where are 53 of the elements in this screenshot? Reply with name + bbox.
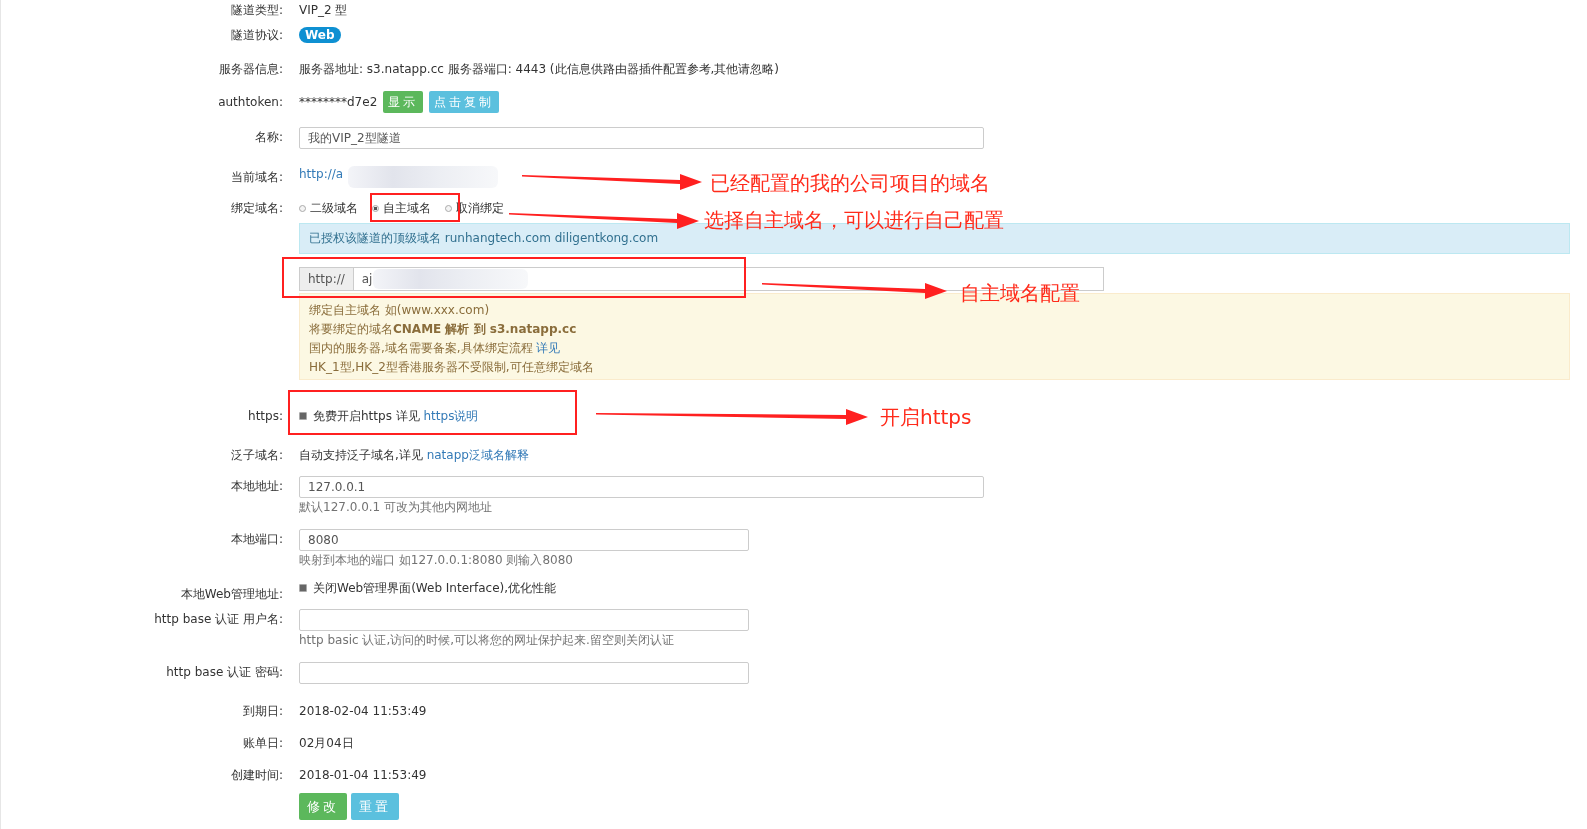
bill-day-value: 02月04日: [299, 735, 355, 752]
field-label: 创建时间:: [229, 767, 283, 784]
note-text: 国内的服务器,域名需要备案,具体绑定流程 详见: [309, 340, 562, 357]
checkbox[interactable]: [299, 584, 307, 592]
field-label: authtoken:: [217, 94, 283, 111]
field-label: http base 认证 用户名:: [153, 611, 283, 628]
field-label: https:: [247, 408, 283, 425]
field-label: 账单日:: [241, 735, 283, 752]
checkbox[interactable]: [299, 412, 307, 420]
details-link[interactable]: 详见: [536, 341, 561, 355]
help-text: 默认127.0.0.1 可改为其他内网地址: [299, 499, 493, 516]
server-info-text: 服务器地址: s3.natapp.cc 服务器端口: 4443 (此信息供路由器插件配置参考,其他请忽略): [299, 61, 781, 78]
field-label: 泛子域名:: [229, 447, 283, 464]
annotation-text: 已经配置的我的公司项目的域名: [710, 171, 990, 195]
username-input[interactable]: [299, 609, 749, 631]
field-label: 隧道协议:: [229, 27, 283, 44]
field-label: 本地Web管理地址:: [179, 586, 283, 603]
field-label: 隧道类型:: [229, 2, 283, 19]
field-label: 本地地址:: [229, 478, 283, 495]
https-text: 免费开启https 详见 https说明: [313, 408, 479, 425]
note-text: 将要绑定的域名CNAME 解析 到 s3.natapp.cc: [309, 321, 578, 338]
wildcard-link[interactable]: natapp泛域名解释: [426, 448, 529, 462]
wildcard-text: 自动支持泛子域名,详见 natapp泛域名解释: [299, 447, 530, 464]
radio-option[interactable]: 二级域名: [299, 198, 358, 218]
note-text: 绑定自主域名 如(www.xxx.com): [309, 302, 491, 319]
field-label: 名称:: [253, 129, 283, 146]
note-text: HK_1型,HK_2型香港服务器不受限制,可任意绑定域名: [309, 359, 595, 376]
field-label: 服务器信息:: [217, 61, 283, 78]
address-input[interactable]: 127.0.0.1: [299, 476, 984, 498]
web-admin-text: 关闭Web管理界面(Web Interface),优化性能: [313, 580, 557, 597]
authtoken-value: ********d7e2: [299, 94, 378, 111]
protocol-badge: Web: [299, 27, 341, 43]
field-label: 本地端口:: [229, 531, 283, 548]
help-text: http basic 认证,访问的时候,可以将您的网址保护起来.留空则关闭认证: [299, 632, 674, 649]
port-input[interactable]: 8080: [299, 529, 749, 551]
annotation-text: 选择自主域名，可以进行自己配置: [704, 208, 1004, 232]
current-domain-link[interactable]: http://a: [299, 167, 344, 181]
annotation-text: 开启https: [880, 405, 972, 429]
url-prefix: http://: [299, 267, 354, 291]
password-input[interactable]: [299, 662, 749, 684]
help-text: 映射到本地的端口 如127.0.0.1:8080 则输入8080: [299, 552, 573, 569]
name-input[interactable]: 我的VIP_2型隧道: [299, 127, 984, 149]
field-label: 当前域名:: [229, 169, 283, 186]
form-button[interactable]: 修改: [299, 793, 347, 820]
tunnel-type-value: VIP_2 型: [299, 2, 349, 19]
radio-option[interactable]: 自主域名: [372, 198, 431, 218]
expire-value: 2018-02-04 11:53:49: [299, 703, 428, 720]
https-link[interactable]: https说明: [423, 409, 479, 423]
field-label: 到期日:: [241, 703, 283, 720]
field-label: http base 认证 密码:: [165, 664, 283, 681]
field-label: 绑定域名:: [229, 200, 283, 217]
created-value: 2018-01-04 11:53:49: [299, 767, 428, 784]
token-button[interactable]: 显示: [383, 91, 424, 113]
